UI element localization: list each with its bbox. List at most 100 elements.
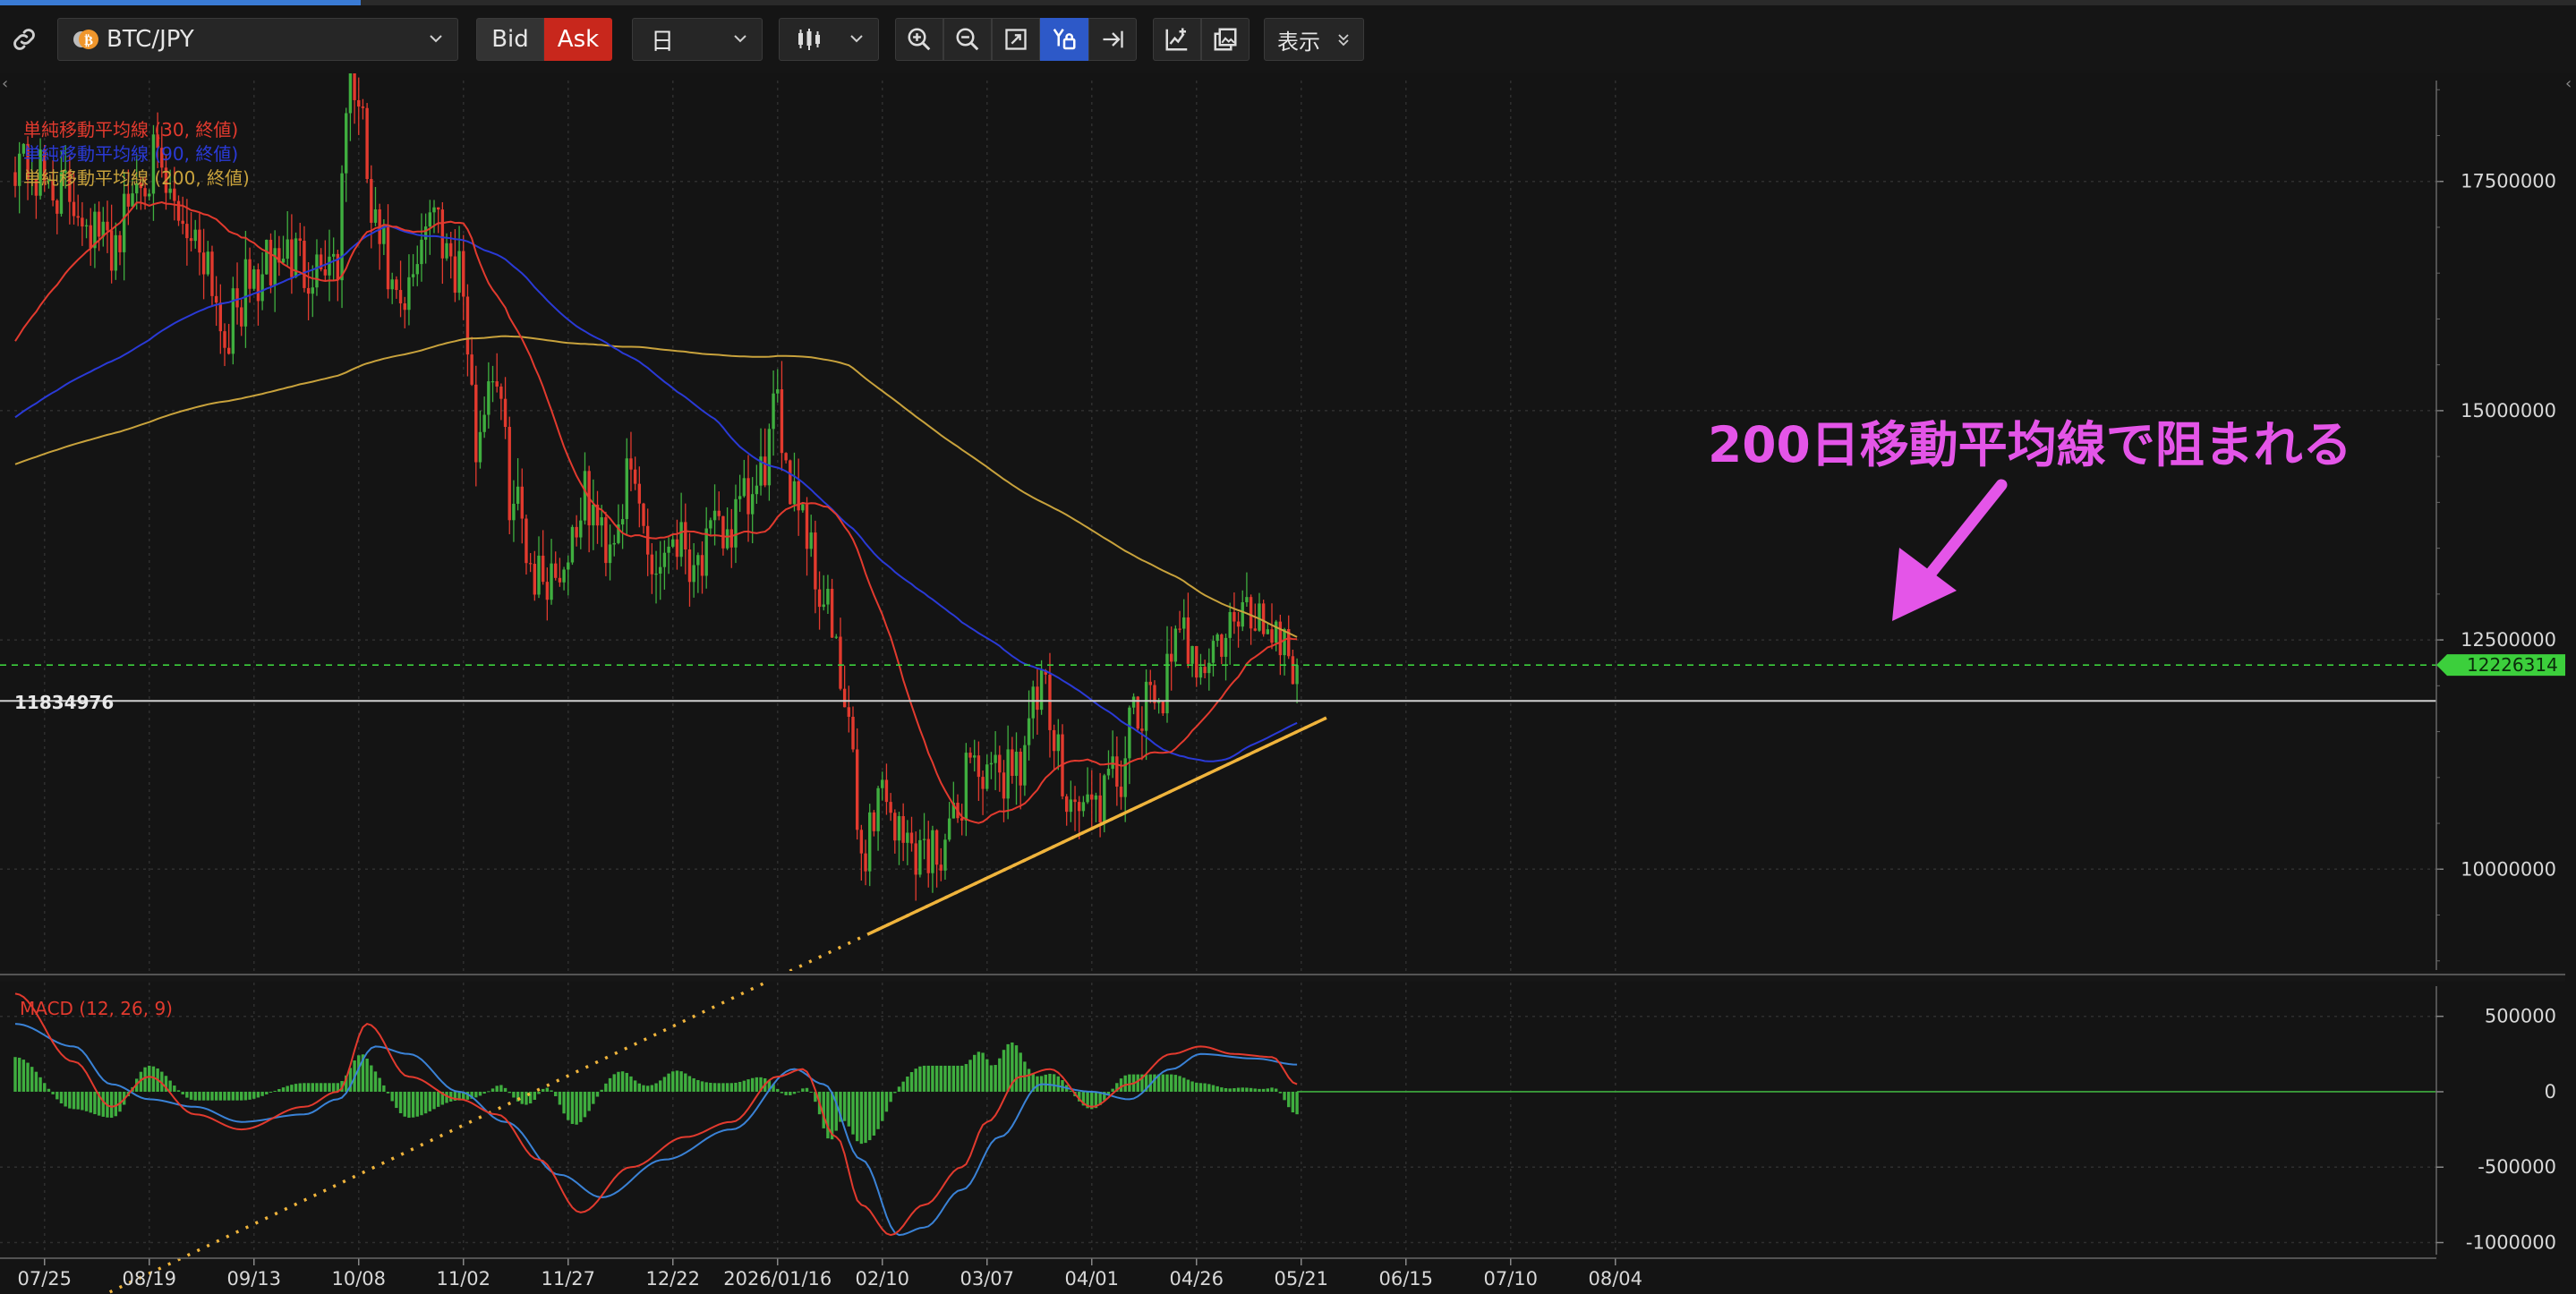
candle-body	[1098, 795, 1102, 823]
pane-separator[interactable]	[0, 971, 2565, 982]
link-icon[interactable]	[0, 18, 48, 61]
candle-body	[252, 268, 256, 289]
chart-type-selector[interactable]	[779, 18, 879, 61]
candle-body	[533, 564, 537, 595]
candle-body	[567, 562, 570, 570]
macd-bar	[797, 1091, 800, 1093]
timeframe-selector[interactable]: 日	[632, 18, 763, 61]
macd-bar	[650, 1085, 654, 1092]
macd-bar	[826, 1091, 830, 1139]
candle-body	[755, 485, 759, 495]
image-save-icon	[1212, 26, 1239, 53]
macd-bar	[541, 1088, 545, 1092]
macd-bar	[864, 1091, 867, 1144]
macd-bar	[1056, 1076, 1061, 1092]
price-chart[interactable]: 07/25 08/19 09/13 10/08 11/02 11/27 12/22 2026/…	[0, 73, 2576, 1294]
candle-body	[558, 577, 562, 583]
candle-body	[767, 429, 772, 486]
zoom-in-button[interactable]	[895, 18, 943, 61]
candle-body	[201, 252, 206, 275]
candle-body	[1036, 686, 1039, 711]
candle-body	[1148, 681, 1152, 685]
bid-button[interactable]: Bid	[476, 18, 544, 61]
macd-bar	[181, 1091, 184, 1094]
macd-bar	[931, 1065, 934, 1092]
timeframe-label: 日	[651, 28, 675, 55]
legend-macd[interactable]: MACD (12, 26, 9)	[20, 998, 173, 1019]
candle-body	[118, 234, 122, 252]
symbol-selector[interactable]: ₿ BTC/JPY	[57, 18, 458, 61]
candle-body	[1249, 597, 1253, 629]
candle-body	[772, 393, 775, 430]
candle-body	[973, 755, 977, 758]
x-tick-label: 12/22	[645, 1268, 700, 1290]
macd-bar	[859, 1091, 864, 1145]
macd-bar	[659, 1080, 662, 1092]
legend-sma200[interactable]: 単純移動平均線 (200, 終値)	[23, 167, 250, 189]
macd-bar	[315, 1083, 319, 1092]
display-menu-label: 表示	[1277, 29, 1320, 55]
macd-bar	[151, 1066, 156, 1092]
candle-body	[541, 555, 545, 583]
macd-bar	[193, 1091, 197, 1101]
fit-screen-button[interactable]	[992, 18, 1040, 61]
candle-body	[240, 307, 243, 327]
indicator-button[interactable]	[1153, 18, 1201, 61]
candle-body	[462, 251, 465, 297]
x-tick-label: 08/19	[122, 1268, 176, 1290]
candle-body	[1173, 628, 1178, 662]
candle-body	[805, 504, 809, 549]
macd-bar	[357, 1055, 361, 1092]
macd-bar	[17, 1057, 21, 1092]
scroll-to-latest-button[interactable]	[1088, 18, 1137, 61]
display-menu-button[interactable]: 表示	[1264, 18, 1364, 61]
chevron-down-icon	[731, 30, 749, 47]
macd-bar	[1002, 1050, 1006, 1092]
candle-body	[1002, 772, 1006, 799]
macd-bar	[981, 1052, 985, 1092]
legend-sma90[interactable]: 単純移動平均線 (90, 終値)	[23, 143, 238, 165]
candle-body	[403, 303, 406, 311]
candle-body	[516, 486, 520, 504]
candle-body	[243, 259, 248, 327]
macd-bar	[884, 1091, 889, 1112]
macd-bar	[1169, 1074, 1173, 1092]
macd-bar	[218, 1091, 223, 1101]
candle-body	[763, 456, 767, 486]
screenshot-button[interactable]	[1201, 18, 1250, 61]
macd-bar	[968, 1060, 972, 1092]
candle-body	[260, 274, 264, 302]
candle-body	[776, 389, 780, 394]
candle-body	[629, 458, 633, 470]
candle-body	[1140, 728, 1144, 731]
macd-bar	[201, 1091, 206, 1101]
candle-body	[784, 453, 788, 461]
macd-bar	[700, 1081, 704, 1092]
candle-body	[1064, 796, 1069, 813]
macd-bar	[604, 1083, 608, 1092]
candle-body	[998, 754, 1002, 773]
macd-bar	[842, 1091, 847, 1121]
candle-body	[298, 238, 302, 242]
candle-body	[423, 226, 428, 240]
macd-bar	[789, 1091, 792, 1095]
left-collapse-icon[interactable]: ‹	[2, 74, 8, 93]
x-tick-label: 05/21	[1274, 1268, 1328, 1290]
candle-body	[562, 569, 566, 583]
ask-button[interactable]: Ask	[544, 18, 612, 61]
candle-body	[1144, 681, 1148, 731]
macd-bar	[277, 1088, 281, 1092]
right-collapse-icon[interactable]: ‹	[2565, 74, 2572, 93]
zoom-out-button[interactable]	[943, 18, 992, 61]
macd-bar	[198, 1091, 201, 1101]
scroll-right-icon	[1100, 27, 1125, 52]
auto-scale-lock-button[interactable]	[1040, 18, 1088, 61]
candle-body	[742, 478, 746, 497]
candle-body	[977, 755, 981, 778]
macd-bar	[1153, 1074, 1156, 1092]
macd-bar	[1258, 1088, 1261, 1092]
chart-annotation: 200日移動平均線で阻まれる	[1708, 416, 2352, 473]
macd-bar	[696, 1079, 700, 1092]
candle-body	[746, 478, 750, 515]
legend-sma30[interactable]: 単純移動平均線 (30, 終値)	[23, 119, 238, 140]
